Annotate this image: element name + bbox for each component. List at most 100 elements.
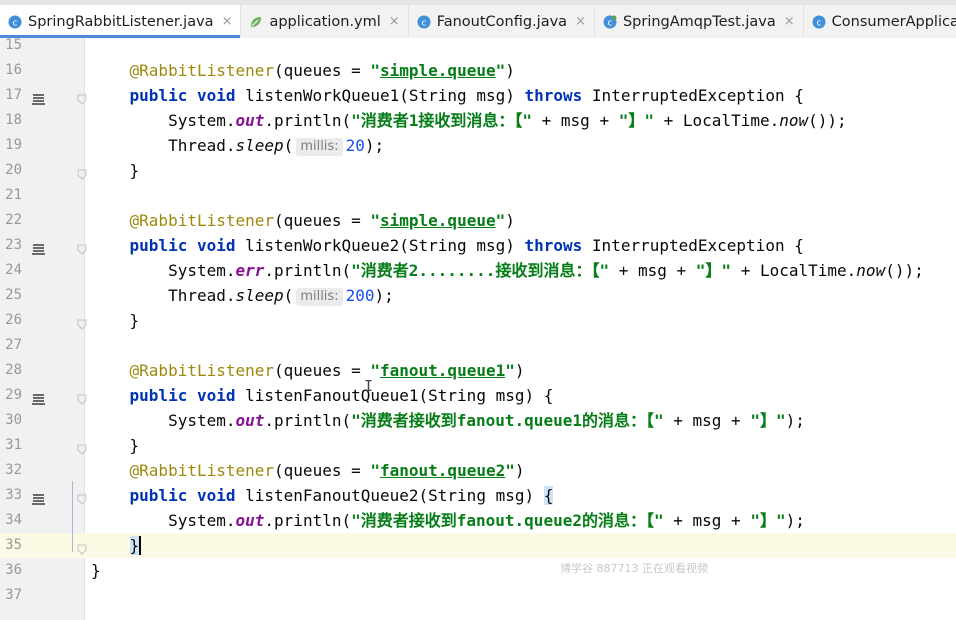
code-line[interactable]: 21 (0, 183, 956, 208)
code-line[interactable]: 32 @RabbitListener(queues = "fanout.queu… (0, 458, 956, 483)
code-line[interactable]: 27 (0, 333, 956, 358)
line-number[interactable]: 29 (0, 383, 22, 408)
line-number[interactable]: 28 (0, 358, 22, 383)
code-text[interactable]: System.out.println("消费者接收到fanout.queue1的… (91, 408, 805, 433)
code-token: } (91, 436, 140, 455)
code-line[interactable]: 20 } (0, 158, 956, 183)
line-number[interactable]: 22 (0, 208, 22, 233)
fold-marker-icon[interactable] (77, 315, 87, 330)
code-line[interactable]: 24 System.err.println("消费者2........接收到消息… (0, 258, 956, 283)
line-number[interactable]: 16 (0, 58, 22, 83)
implemented-method-icon[interactable] (32, 390, 45, 405)
line-number[interactable]: 36 (0, 558, 22, 583)
code-token: + LocalTime. (654, 111, 780, 130)
line-number[interactable]: 27 (0, 333, 22, 358)
code-line[interactable]: 18 System.out.println("消费者1接收到消息：【" + ms… (0, 108, 956, 133)
code-line[interactable]: 17 public void listenWorkQueue1(String m… (0, 83, 956, 108)
code-token: throws (524, 236, 592, 255)
code-line[interactable]: 25 Thread.sleep(millis: 200); (0, 283, 956, 308)
line-number[interactable]: 34 (0, 508, 22, 533)
code-line[interactable]: 33 public void listenFanoutQueue2(String… (0, 483, 956, 508)
code-text[interactable]: System.out.println("消费者1接收到消息：【" + msg +… (91, 108, 847, 133)
tab-close-icon[interactable]: × (784, 14, 795, 29)
code-line[interactable]: 16 @RabbitListener(queues = "simple.queu… (0, 58, 956, 83)
code-text[interactable]: } (91, 158, 140, 183)
code-text[interactable]: public void listenWorkQueue2(String msg)… (91, 233, 804, 258)
code-text[interactable]: } (91, 308, 140, 333)
code-text[interactable]: } (91, 533, 142, 558)
line-number[interactable]: 33 (0, 483, 22, 508)
fold-marker-icon[interactable] (77, 440, 87, 455)
code-text[interactable]: public void listenFanoutQueue1(String ms… (91, 383, 554, 408)
code-text[interactable]: System.err.println("消费者2........接收到消息：【"… (91, 258, 924, 283)
code-token: + msg + (663, 411, 751, 430)
tab-close-icon[interactable]: × (222, 14, 233, 29)
code-line[interactable]: 37 (0, 583, 956, 608)
code-token: " (370, 61, 380, 80)
code-text[interactable]: @RabbitListener(queues = "fanout.queue1"… (91, 358, 525, 383)
line-number[interactable]: 19 (0, 133, 22, 158)
fold-marker-icon[interactable] (77, 90, 87, 105)
line-number[interactable]: 18 (0, 108, 22, 133)
code-line[interactable]: 29 public void listenFanoutQueue1(String… (0, 383, 956, 408)
code-text[interactable]: System.out.println("消费者接收到fanout.queue2的… (91, 508, 805, 533)
code-token: listenWorkQueue1(String msg) (245, 86, 525, 105)
tab-close-icon[interactable]: × (389, 14, 400, 29)
line-number[interactable]: 32 (0, 458, 22, 483)
line-number[interactable]: 25 (0, 283, 22, 308)
code-token: InterruptedException { (591, 86, 804, 105)
code-token: now (779, 111, 809, 130)
code-text[interactable]: public void listenFanoutQueue2(String ms… (91, 483, 554, 508)
fold-marker-icon[interactable] (77, 390, 87, 405)
code-text[interactable]: } (91, 558, 101, 583)
code-token: (queues = (274, 361, 371, 380)
code-line[interactable]: 22 @RabbitListener(queues = "simple.queu… (0, 208, 956, 233)
tab-close-icon[interactable]: × (575, 14, 586, 29)
fold-marker-icon[interactable] (77, 165, 87, 180)
code-token: public void (91, 86, 246, 105)
code-token: (queues = (274, 211, 371, 230)
code-token: sleep (235, 286, 284, 305)
fold-marker-icon[interactable] (77, 490, 87, 505)
code-token: now (856, 261, 886, 280)
svg-text:c: c (816, 18, 821, 28)
code-text[interactable]: Thread.sleep(millis: 20); (91, 133, 384, 158)
code-line[interactable]: 26 } (0, 308, 956, 333)
code-token: @RabbitListener (91, 211, 275, 230)
code-text[interactable]: @RabbitListener(queues = "simple.queue") (91, 208, 515, 233)
line-number[interactable]: 31 (0, 433, 22, 458)
line-number[interactable]: 20 (0, 158, 22, 183)
code-text[interactable]: @RabbitListener(queues = "fanout.queue2"… (91, 458, 525, 483)
implemented-method-icon[interactable] (32, 90, 45, 105)
implemented-method-icon[interactable] (32, 490, 45, 505)
code-line[interactable]: 34 System.out.println("消费者接收到fanout.queu… (0, 508, 956, 533)
code-line[interactable]: 28 @RabbitListener(queues = "fanout.queu… (0, 358, 956, 383)
fold-marker-icon[interactable] (77, 240, 87, 255)
fold-marker-icon[interactable] (77, 540, 87, 555)
code-line[interactable]: 19 Thread.sleep(millis: 20); (0, 133, 956, 158)
code-line[interactable]: 35 } (0, 533, 956, 558)
line-number[interactable]: 23 (0, 233, 22, 258)
line-number[interactable]: 21 (0, 183, 22, 208)
code-text[interactable]: @RabbitListener(queues = "simple.queue") (91, 58, 515, 83)
line-number[interactable]: 30 (0, 408, 22, 433)
code-line[interactable]: 30 System.out.println("消费者接收到fanout.queu… (0, 408, 956, 433)
line-number[interactable]: 24 (0, 258, 22, 283)
code-text[interactable]: public void listenWorkQueue1(String msg)… (91, 83, 804, 108)
line-number[interactable]: 15 (0, 33, 22, 58)
code-line[interactable]: 23 public void listenWorkQueue2(String m… (0, 233, 956, 258)
line-number[interactable]: 26 (0, 308, 22, 333)
code-text[interactable]: Thread.sleep(millis: 200); (91, 283, 394, 308)
code-line[interactable]: 31 } (0, 433, 956, 458)
code-token: Thread. (91, 286, 236, 305)
line-number[interactable]: 35 (0, 533, 22, 558)
code-line[interactable]: 15 (0, 33, 956, 58)
code-token: System. (91, 111, 236, 130)
implemented-method-icon[interactable] (32, 240, 45, 255)
line-number[interactable]: 37 (0, 583, 22, 608)
code-text[interactable]: } (91, 433, 140, 458)
code-line[interactable]: 36} (0, 558, 956, 583)
code-token: " (370, 461, 380, 480)
line-number[interactable]: 17 (0, 83, 22, 108)
code-token: System. (91, 511, 236, 530)
